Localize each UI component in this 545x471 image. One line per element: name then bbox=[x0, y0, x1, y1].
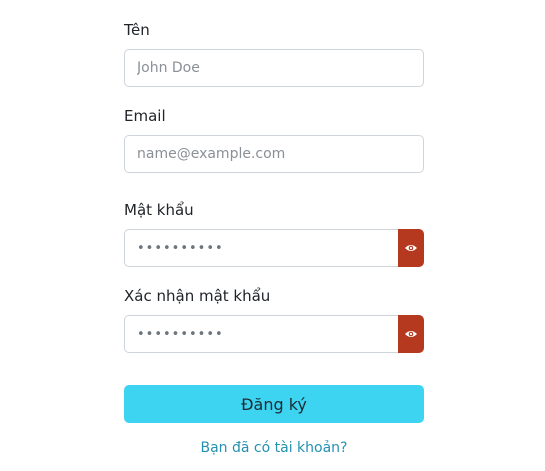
password-input[interactable] bbox=[124, 229, 399, 267]
name-input[interactable] bbox=[124, 49, 424, 87]
eye-icon bbox=[405, 331, 417, 337]
eye-icon bbox=[405, 245, 417, 251]
password-label: Mật khẩu bbox=[124, 201, 194, 219]
name-label: Tên bbox=[124, 21, 150, 39]
register-button[interactable]: Đăng ký bbox=[124, 385, 424, 423]
confirm-password-input[interactable] bbox=[124, 315, 399, 353]
email-input[interactable] bbox=[124, 135, 424, 173]
email-label: Email bbox=[124, 107, 166, 125]
toggle-confirm-password-button[interactable] bbox=[398, 315, 424, 353]
password-group bbox=[124, 229, 424, 267]
confirm-password-label: Xác nhận mật khẩu bbox=[124, 287, 271, 305]
toggle-password-button[interactable] bbox=[398, 229, 424, 267]
confirm-password-group bbox=[124, 315, 424, 353]
login-link[interactable]: Bạn đã có tài khoản? bbox=[124, 438, 424, 458]
